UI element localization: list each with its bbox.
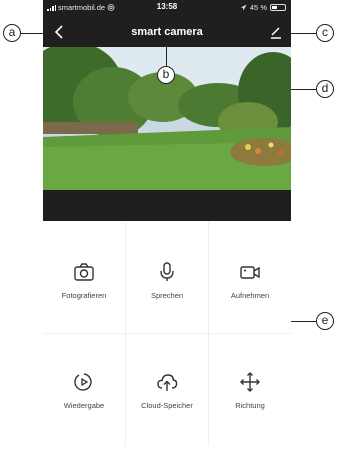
playback-icon — [74, 373, 92, 391]
grid-divider — [43, 333, 291, 334]
callout-c-leader — [284, 33, 316, 34]
callout-e: e — [316, 312, 334, 330]
action-sprechen[interactable]: Sprechen — [126, 261, 208, 300]
battery-percent: 45 % — [249, 3, 267, 12]
callout-a: a — [3, 24, 21, 42]
action-cloud-speicher[interactable]: Cloud-Speicher — [126, 371, 208, 410]
action-wiedergabe[interactable]: Wiedergabe — [43, 371, 125, 410]
callout-c: c — [316, 24, 334, 42]
status-bar: smartmobil.de 13:58 45 % — [43, 0, 291, 14]
action-label: Cloud-Speicher — [141, 401, 193, 410]
callout-e-leader — [291, 321, 316, 322]
callout-d: d — [316, 80, 334, 98]
action-label: Aufnehmen — [230, 291, 270, 300]
battery-icon — [270, 4, 286, 11]
callout-b-leader — [166, 38, 167, 66]
status-right: 45 % — [240, 3, 286, 12]
microphone-icon — [160, 262, 174, 281]
action-grid: Fotografieren Sprechen Aufnehmen Wiederg… — [43, 221, 291, 450]
location-icon — [240, 4, 247, 11]
battery-fill — [272, 6, 278, 9]
action-richtung[interactable]: Richtung — [209, 371, 291, 410]
direction-icon — [240, 372, 260, 392]
video-record-icon — [240, 266, 260, 279]
callout-b: b — [157, 66, 175, 84]
action-fotografieren[interactable]: Fotografieren — [43, 261, 125, 300]
nav-bar: smart camera — [43, 17, 291, 47]
action-label: Wiedergabe — [63, 401, 105, 410]
action-label: Sprechen — [150, 291, 184, 300]
edit-icon[interactable] — [267, 23, 285, 41]
callout-a-leader — [21, 33, 51, 34]
action-label: Fotografieren — [61, 291, 107, 300]
action-aufnehmen[interactable]: Aufnehmen — [209, 261, 291, 300]
cloud-icon — [157, 374, 178, 391]
top-bar: smartmobil.de 13:58 45 % smart camera — [43, 0, 291, 47]
page-title: smart camera — [131, 26, 203, 38]
camera-icon — [74, 263, 94, 281]
callout-d-leader — [291, 89, 316, 90]
action-label: Richtung — [235, 401, 265, 410]
